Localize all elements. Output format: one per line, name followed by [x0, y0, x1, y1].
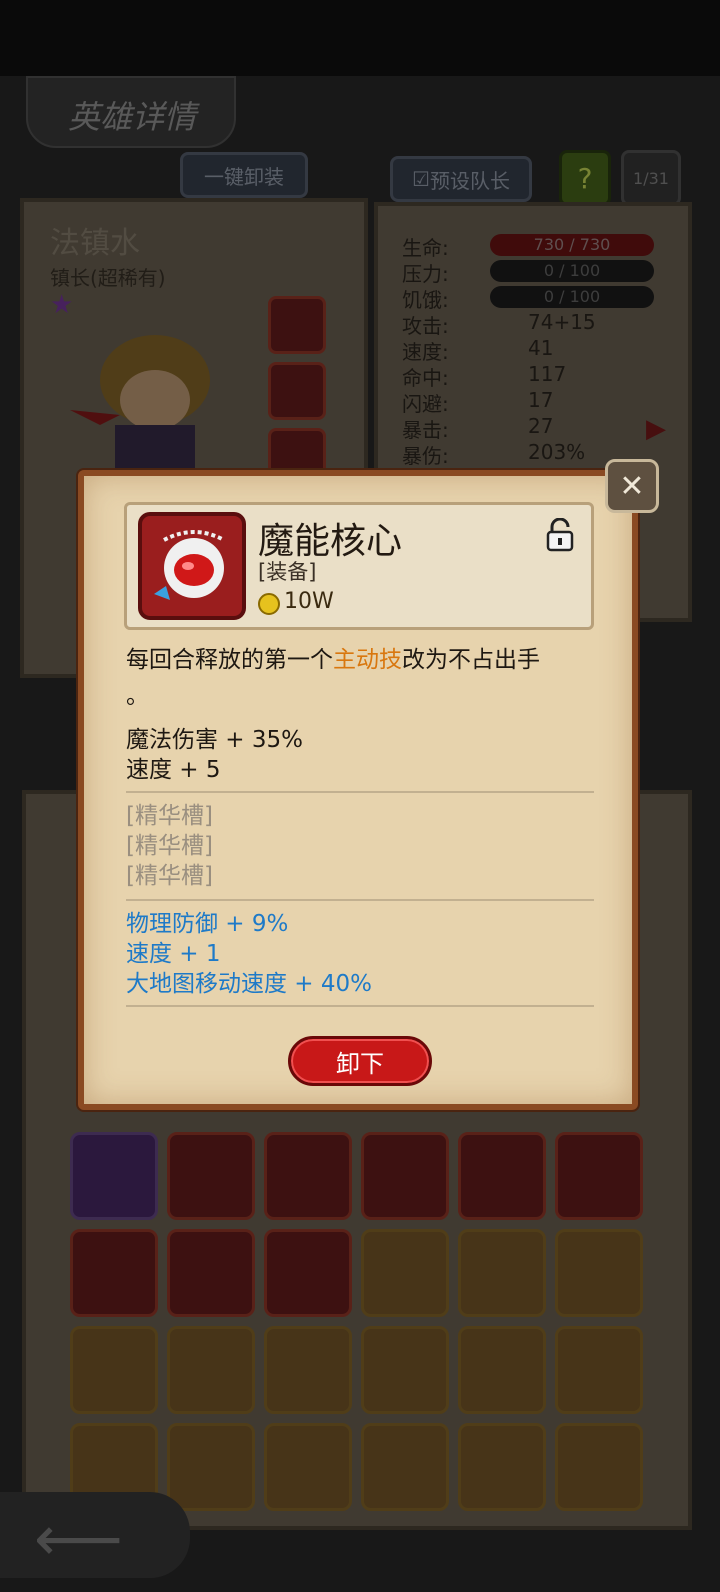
amulet-icon — [154, 530, 225, 600]
bonus-stat: 速度 + 1 — [126, 941, 221, 967]
desc-text: 每回合释放的第一个 — [126, 647, 333, 673]
essence-slot[interactable]: [精华槽] — [126, 856, 213, 890]
divider — [126, 899, 594, 901]
divider — [126, 791, 594, 793]
coin-icon — [258, 593, 280, 615]
item-type: [装备] — [258, 560, 317, 584]
item-description: 每回合释放的第一个主动技改为不占出手 。 — [126, 642, 596, 714]
desc-text-after: 改为不占出手 — [402, 647, 540, 673]
base-stat: 速度 + 5 — [126, 757, 221, 783]
unlock-icon[interactable] — [546, 518, 574, 552]
close-icon: ✕ — [619, 468, 645, 504]
base-stat: 魔法伤害 + 35% — [126, 727, 304, 753]
divider — [126, 1005, 594, 1007]
essence-slot[interactable]: [精华槽] — [126, 826, 213, 860]
status-bar — [0, 0, 720, 76]
item-icon — [138, 512, 246, 620]
close-button[interactable]: ✕ — [605, 459, 659, 513]
active-skill-highlight: 主动技 — [333, 647, 402, 673]
bonus-stat: 大地图移动速度 + 40% — [126, 971, 373, 997]
bonus-stat: 物理防御 + 9% — [126, 911, 289, 937]
unequip-button[interactable]: 卸下 — [288, 1036, 432, 1086]
desc-end: 。 — [126, 683, 149, 709]
item-price: 10W — [284, 589, 334, 614]
essence-slot[interactable]: [精华槽] — [126, 796, 213, 830]
